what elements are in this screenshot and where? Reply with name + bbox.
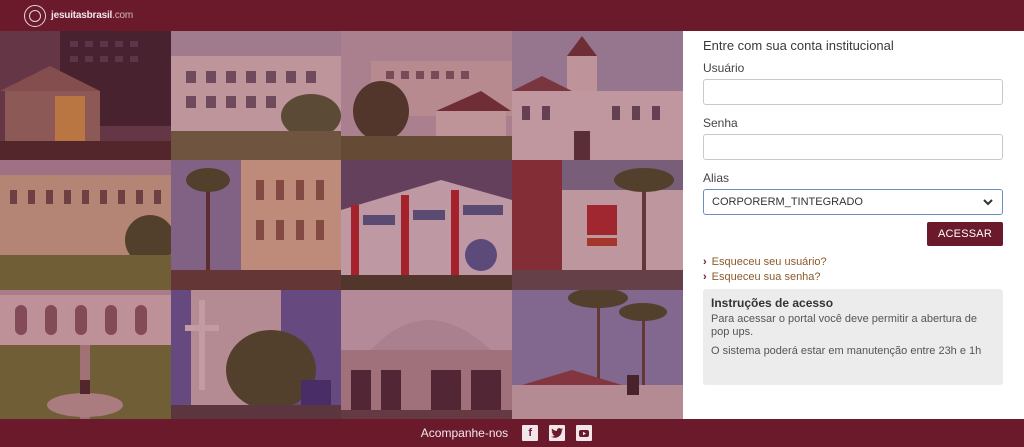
facebook-icon[interactable]: f: [522, 425, 539, 441]
chevron-right-icon: ›: [703, 270, 707, 283]
alias-label: Alias: [703, 171, 730, 185]
brand-logo[interactable]: jesuitasbrasil.com: [51, 10, 133, 21]
campus-photo-1: [0, 31, 171, 160]
campus-photo-9: [0, 290, 171, 419]
campus-photo-2: [171, 31, 341, 160]
brand-name: jesuitasbrasil: [51, 10, 113, 21]
username-input[interactable]: [703, 79, 1003, 105]
campus-photo-4: [512, 31, 683, 160]
acessar-button[interactable]: ACESSAR: [927, 222, 1003, 246]
chevron-right-icon: ›: [703, 255, 707, 268]
access-instructions-box: Instruções de acesso Para acessar o port…: [703, 289, 1003, 385]
submit-row: ACESSAR: [703, 222, 1003, 246]
campus-photo-6: [171, 160, 341, 290]
forgot-user-text: Esqueceu seu usuário?: [711, 255, 827, 268]
forgot-user-link[interactable]: › Esqueceu seu usuário?: [703, 254, 1003, 269]
top-bar: jesuitasbrasil.com: [0, 0, 1024, 31]
twitter-icon[interactable]: [549, 425, 566, 441]
username-label: Usuário: [703, 61, 745, 75]
alias-select[interactable]: CORPORERM_TINTEGRADO: [703, 189, 1003, 215]
follow-label: Acompanhe-nos: [420, 426, 509, 440]
forgot-password-text: Esqueceu sua senha?: [711, 270, 821, 283]
footer-bar: Acompanhe-nos f: [0, 419, 1024, 447]
password-label: Senha: [703, 116, 738, 130]
login-heading: Entre com sua conta institucional: [703, 38, 894, 53]
instructions-title: Instruções de acesso: [711, 296, 834, 310]
campus-photo-mosaic: [0, 31, 683, 419]
chevron-down-icon: [983, 199, 993, 206]
campus-photo-12: [512, 290, 683, 419]
instructions-popup-text: Para acessar o portal você deve permitir…: [711, 313, 977, 338]
campus-photo-5: [0, 160, 171, 290]
alias-selected-value: CORPORERM_TINTEGRADO: [712, 196, 863, 208]
youtube-icon[interactable]: [576, 425, 593, 441]
campus-photo-11: [341, 290, 512, 419]
password-input[interactable]: [703, 134, 1003, 160]
instructions-maintenance-text: O sistema poderá estar em manutenção ent…: [711, 345, 982, 357]
campus-photo-8: [512, 160, 683, 290]
login-panel: Entre com sua conta institucional Usuári…: [683, 31, 1024, 419]
campus-photo-3: [341, 31, 512, 160]
jesuit-seal-icon[interactable]: [24, 4, 46, 27]
campus-photo-10: [171, 290, 341, 419]
brand-domain: .com: [112, 10, 133, 21]
forgot-password-link[interactable]: › Esqueceu sua senha?: [703, 269, 1003, 284]
campus-photo-7: [341, 160, 512, 290]
